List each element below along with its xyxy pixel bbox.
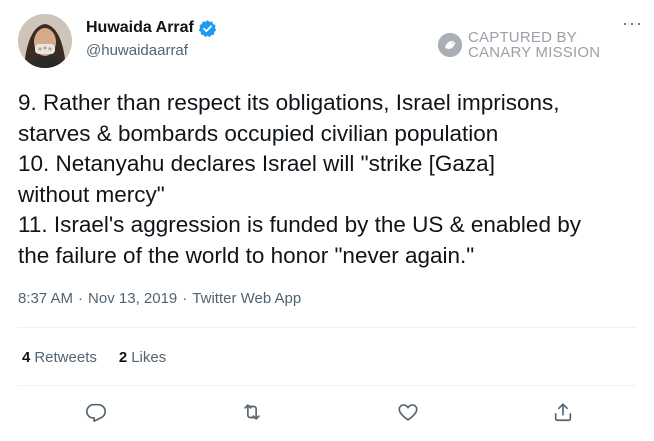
tweet-time[interactable]: 8:37 AM [18, 290, 73, 307]
name-row: Huwaida Arraf [86, 17, 217, 39]
tweet-line: 10. Netanyahu declares Israel will "stri… [18, 151, 495, 176]
divider [18, 327, 636, 328]
handle[interactable]: @huwaidaarraf [86, 42, 217, 59]
reply-icon[interactable] [85, 401, 109, 425]
canary-logo-icon [438, 33, 462, 57]
watermark-text: CAPTURED BY CANARY MISSION [468, 30, 600, 60]
action-bar [0, 401, 654, 425]
likes-stat[interactable]: 2 Likes [119, 349, 166, 366]
avatar[interactable] [18, 14, 72, 68]
likes-label: Likes [131, 349, 167, 366]
likes-count: 2 [118, 349, 128, 366]
author-block: Huwaida Arraf @huwaidaarraf [86, 17, 217, 59]
verified-badge-icon [198, 19, 217, 38]
tweet-line: starves & bombards occupied civilian pop… [18, 120, 499, 146]
tweet-text: 9. Rather than respect its obligations, … [18, 88, 648, 271]
like-icon[interactable] [397, 401, 421, 425]
meta-separator: · [182, 290, 188, 307]
tweet-metadata: 8:37 AM · Nov 13, 2019 · Twitter Web App [18, 290, 301, 307]
share-icon[interactable] [552, 401, 576, 425]
divider [18, 385, 636, 386]
engagement-stats: 4 Retweets 2 Likes [22, 349, 166, 366]
tweet-line: 11. Israel's aggression is funded by the… [18, 212, 581, 237]
retweets-stat[interactable]: 4 Retweets [22, 349, 97, 366]
tweet-line: 9. Rather than respect its obligations, … [18, 90, 560, 115]
watermark: CAPTURED BY CANARY MISSION [438, 30, 600, 60]
more-options-icon[interactable]: ··· [622, 14, 643, 32]
display-name[interactable]: Huwaida Arraf [86, 19, 194, 37]
tweet-date[interactable]: Nov 13, 2019 [88, 290, 177, 307]
retweets-count: 4 [22, 349, 31, 366]
tweet-source[interactable]: Twitter Web App [192, 290, 301, 307]
watermark-line-1: CAPTURED BY [468, 29, 577, 46]
tweet-line: the failure of the world to honor "never… [18, 242, 475, 268]
watermark-line-2: CANARY MISSION [468, 44, 601, 61]
retweet-icon[interactable] [241, 401, 265, 425]
tweet-line: without mercy" [18, 181, 165, 207]
meta-separator: · [78, 290, 84, 307]
retweets-label: Retweets [34, 349, 97, 366]
